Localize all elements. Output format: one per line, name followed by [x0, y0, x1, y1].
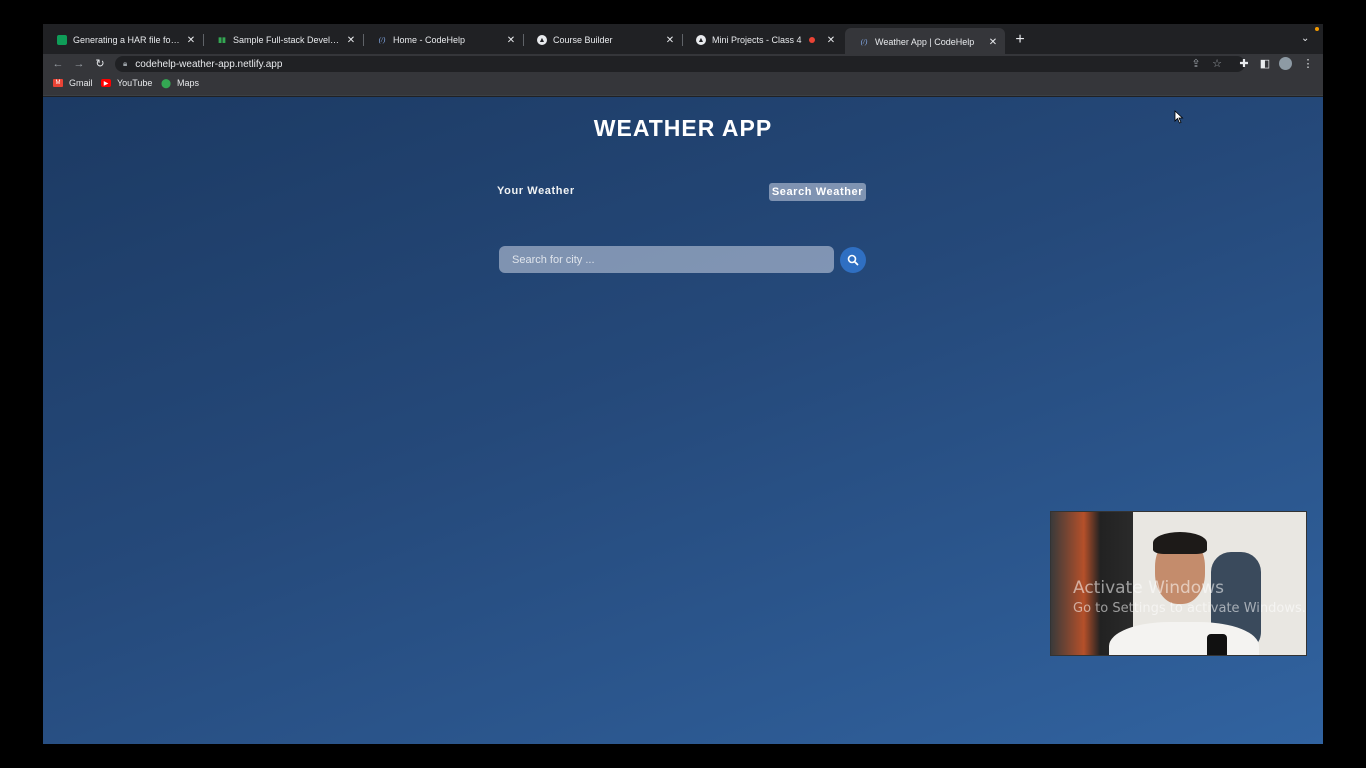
close-icon[interactable]: ✕ [185, 35, 197, 46]
screen: Generating a HAR file for troub ✕ ▮▮ Sam… [0, 0, 1366, 768]
tab-search-weather[interactable]: Search Weather [769, 183, 866, 201]
microphone-icon [1207, 634, 1227, 655]
more-menu-icon[interactable]: ⋮ [1301, 57, 1315, 71]
bookmark-label: Gmail [69, 78, 93, 88]
gmail-icon: M [53, 79, 63, 87]
lock-icon: 🔒︎ [123, 59, 128, 68]
watermark-title: Activate Windows [1073, 578, 1224, 598]
tab-label: Weather App | CodeHelp [875, 37, 975, 47]
bookmark-maps[interactable]: ⬤ Maps [160, 77, 200, 89]
tab-weather-app[interactable]: (/) Weather App | CodeHelp ✕ [845, 28, 1005, 56]
tab-search-menu-icon[interactable]: ⌄ [1301, 33, 1309, 44]
tab-your-weather[interactable]: Your Weather [497, 185, 587, 197]
windows-activation-watermark: Activate Windows Go to Settings to activ… [1073, 578, 1306, 616]
maps-icon: ⬤ [160, 77, 172, 88]
new-tab-button[interactable]: + [1011, 31, 1029, 49]
notification-dot [1315, 27, 1319, 31]
browser-window: Generating a HAR file for troub ✕ ▮▮ Sam… [43, 24, 1323, 744]
tab-label: Mini Projects - Class 4 [712, 35, 802, 45]
watermark-subtitle: Go to Settings to activate Windows. [1073, 601, 1306, 616]
webcam-person-hair [1153, 532, 1207, 554]
tab-sample-fullstack[interactable]: ▮▮ Sample Full-stack Developer H ✕ [203, 28, 364, 52]
bars-icon: ▮▮ [218, 37, 226, 44]
search-icon [847, 254, 859, 266]
url-text: codehelp-weather-app.netlify.app [135, 58, 283, 70]
extensions-icon[interactable]: ✚ [1237, 57, 1251, 71]
tab-home-codehelp[interactable]: (/) Home - CodeHelp ✕ [363, 28, 524, 52]
webcam-person-body [1109, 622, 1259, 655]
bookmark-youtube[interactable]: ▶ YouTube [101, 78, 152, 88]
tab-strip: Generating a HAR file for troub ✕ ▮▮ Sam… [43, 24, 1323, 56]
codehelp-icon: ▲ [696, 35, 706, 45]
city-search-input[interactable] [499, 246, 834, 273]
mouse-cursor-icon [1174, 110, 1184, 124]
page-title: WEATHER APP [593, 115, 773, 141]
green-square-icon [57, 35, 67, 45]
search-button[interactable] [840, 247, 866, 273]
share-icon[interactable]: ⇪ [1189, 57, 1203, 71]
back-arrow-icon[interactable]: ← [51, 57, 65, 71]
forward-arrow-icon[interactable]: → [72, 57, 86, 71]
close-icon[interactable]: ✕ [825, 35, 837, 46]
tab-label: Generating a HAR file for troub [73, 35, 181, 45]
bookmark-label: Maps [177, 78, 200, 88]
tab-course-builder[interactable]: ▲ Course Builder ✕ [523, 28, 683, 52]
bookmark-star-icon[interactable]: ☆ [1210, 57, 1224, 71]
tab-har-file[interactable]: Generating a HAR file for troub ✕ [43, 28, 204, 52]
course-builder-icon: ▲ [537, 35, 547, 45]
tab-label: Course Builder [553, 35, 613, 45]
close-icon[interactable]: ✕ [664, 35, 676, 46]
tab-label: Sample Full-stack Developer H [233, 35, 341, 45]
profile-avatar[interactable] [1279, 57, 1292, 70]
youtube-icon: ▶ [101, 79, 111, 87]
reload-icon[interactable]: ↻ [93, 57, 107, 71]
close-icon[interactable]: ✕ [505, 35, 517, 46]
bookmark-label: YouTube [117, 78, 153, 88]
tab-mini-projects[interactable]: ▲ Mini Projects - Class 4 ✕ [682, 28, 843, 52]
tab-label: Home - CodeHelp [393, 35, 466, 45]
codehelp-icon: (/) [378, 36, 386, 44]
side-panel-icon[interactable]: ◧ [1258, 57, 1272, 71]
close-icon[interactable]: ✕ [345, 35, 357, 46]
bookmark-gmail[interactable]: M Gmail [53, 78, 93, 88]
bookmarks-bar: M Gmail ▶ YouTube ⬤ Maps [43, 74, 1323, 96]
codehelp-icon: (/) [860, 38, 868, 46]
browser-toolbar: ← → ↻ 🔒︎ codehelp-weather-app.netlify.ap… [43, 54, 1323, 74]
close-icon[interactable]: ✕ [987, 37, 999, 48]
address-bar[interactable]: 🔒︎ codehelp-weather-app.netlify.app [115, 56, 1245, 72]
recording-icon [809, 37, 815, 43]
